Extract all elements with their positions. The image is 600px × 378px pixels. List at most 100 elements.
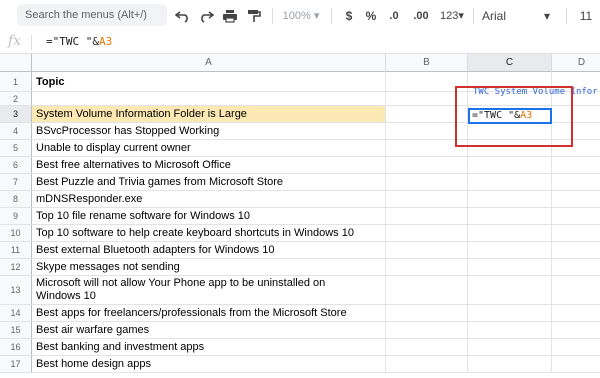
empty-cell[interactable] [552, 157, 600, 174]
empty-cell[interactable] [552, 191, 600, 208]
menu-search-input[interactable]: Search the menus (Alt+/) [17, 4, 167, 26]
empty-cell[interactable] [386, 174, 468, 191]
empty-cell[interactable] [386, 225, 468, 242]
print-icon[interactable] [222, 5, 240, 27]
decrease-decimal-button[interactable]: .0 [386, 5, 402, 27]
empty-cell[interactable] [468, 259, 552, 276]
empty-cell[interactable] [552, 356, 600, 373]
topic-cell[interactable]: Best free alternatives to Microsoft Offi… [32, 157, 386, 174]
empty-cell[interactable] [552, 174, 600, 191]
row-header[interactable]: 5 [0, 140, 32, 157]
empty-cell[interactable] [468, 339, 552, 356]
topic-cell[interactable]: Best home design apps [32, 356, 386, 373]
topic-cell[interactable]: Best Puzzle and Trivia games from Micros… [32, 174, 386, 191]
row-header[interactable]: 12 [0, 259, 32, 276]
topic-cell[interactable]: Best air warfare games [32, 322, 386, 339]
empty-cell[interactable] [468, 305, 552, 322]
row-header[interactable]: 9 [0, 208, 32, 225]
topic-cell[interactable]: System Volume Information Folder is Larg… [32, 106, 386, 123]
topic-cell[interactable]: Unable to display current owner [32, 140, 386, 157]
topic-cell[interactable]: Top 10 software to help create keyboard … [32, 225, 386, 242]
empty-cell[interactable] [552, 322, 600, 339]
divider [31, 35, 32, 50]
empty-cell[interactable] [552, 339, 600, 356]
percent-format-button[interactable]: % [364, 5, 378, 27]
row-header[interactable]: 3 [0, 106, 32, 123]
fx-icon: fx [8, 33, 22, 49]
row-header[interactable]: 4 [0, 123, 32, 140]
row-header[interactable]: 1 [0, 72, 32, 92]
toolbar: Search the menus (Alt+/) 100% ▾ $ % .0 .… [0, 0, 600, 33]
column-heading-cell[interactable]: Topic [32, 72, 386, 92]
empty-cell[interactable] [468, 356, 552, 373]
topic-text-wrapped: Windows 10 [36, 290, 96, 302]
empty-cell[interactable] [468, 174, 552, 191]
row-header[interactable]: 10 [0, 225, 32, 242]
font-select[interactable]: Arial ▾ [482, 5, 562, 27]
topic-cell[interactable]: Best apps for freelancers/professionals … [32, 305, 386, 322]
currency-format-button[interactable]: $ [342, 5, 356, 27]
empty-cell[interactable] [386, 242, 468, 259]
empty-cell[interactable] [552, 225, 600, 242]
empty-cell[interactable] [468, 208, 552, 225]
topic-cell[interactable]: BSvcProcessor has Stopped Working [32, 123, 386, 140]
row-header[interactable]: 8 [0, 191, 32, 208]
empty-cell[interactable] [386, 157, 468, 174]
empty-cell[interactable] [386, 339, 468, 356]
topic-cell[interactable]: Top 10 file rename software for Windows … [32, 208, 386, 225]
empty-cell[interactable] [468, 191, 552, 208]
empty-cell[interactable] [552, 242, 600, 259]
empty-cell[interactable] [386, 191, 468, 208]
empty-cell[interactable] [468, 322, 552, 339]
topic-cell[interactable]: Skype messages not sending [32, 259, 386, 276]
empty-cell[interactable] [386, 208, 468, 225]
column-header-b[interactable]: B [386, 54, 468, 72]
topic-cell[interactable]: Best external Bluetooth adapters for Win… [32, 242, 386, 259]
zoom-select[interactable]: 100% ▾ [281, 5, 321, 27]
empty-cell[interactable] [468, 242, 552, 259]
font-size-select[interactable]: 11 [576, 5, 596, 27]
undo-icon[interactable] [175, 5, 193, 27]
row-header[interactable]: 16 [0, 339, 32, 356]
topic-text: Microsoft will not allow Your Phone app … [36, 277, 326, 289]
column-header-a[interactable]: A [32, 54, 386, 72]
row-header[interactable]: 13 [0, 276, 32, 305]
empty-cell[interactable] [552, 208, 600, 225]
empty-cell[interactable] [552, 259, 600, 276]
formula-bar: fx ="TWC "&A3 [0, 32, 600, 54]
topic-cell[interactable]: Best banking and investment apps [32, 339, 386, 356]
empty-cell[interactable] [468, 225, 552, 242]
select-all-corner[interactable] [0, 54, 32, 72]
topic-cell[interactable]: Microsoft will not allow Your Phone app … [32, 276, 386, 305]
empty-cell[interactable] [468, 276, 552, 305]
more-formats-button[interactable]: 123▾ [437, 5, 467, 27]
row-header[interactable]: 7 [0, 174, 32, 191]
divider [272, 8, 273, 24]
empty-cell[interactable] [552, 305, 600, 322]
redo-icon[interactable] [198, 5, 216, 27]
row-header[interactable]: 6 [0, 157, 32, 174]
topic-cell[interactable] [32, 92, 386, 106]
empty-cell[interactable] [386, 259, 468, 276]
annotation-highlight-box [455, 86, 573, 147]
empty-cell[interactable] [468, 157, 552, 174]
formula-input[interactable]: ="TWC "&A3 [46, 35, 112, 48]
divider [473, 8, 474, 24]
paint-format-icon[interactable] [246, 5, 264, 27]
empty-cell[interactable] [386, 276, 468, 305]
column-header-d[interactable]: D [552, 54, 600, 72]
divider [566, 8, 567, 24]
column-header-c[interactable]: C [468, 54, 552, 72]
empty-cell[interactable] [552, 276, 600, 305]
empty-cell[interactable] [386, 322, 468, 339]
row-header[interactable]: 14 [0, 305, 32, 322]
empty-cell[interactable] [386, 305, 468, 322]
increase-decimal-button[interactable]: .00 [410, 5, 432, 27]
row-header[interactable]: 11 [0, 242, 32, 259]
row-header[interactable]: 15 [0, 322, 32, 339]
topic-cell[interactable]: mDNSResponder.exe [32, 191, 386, 208]
divider [331, 8, 332, 24]
row-header[interactable]: 2 [0, 92, 32, 106]
empty-cell[interactable] [386, 356, 468, 373]
row-header[interactable]: 17 [0, 356, 32, 373]
